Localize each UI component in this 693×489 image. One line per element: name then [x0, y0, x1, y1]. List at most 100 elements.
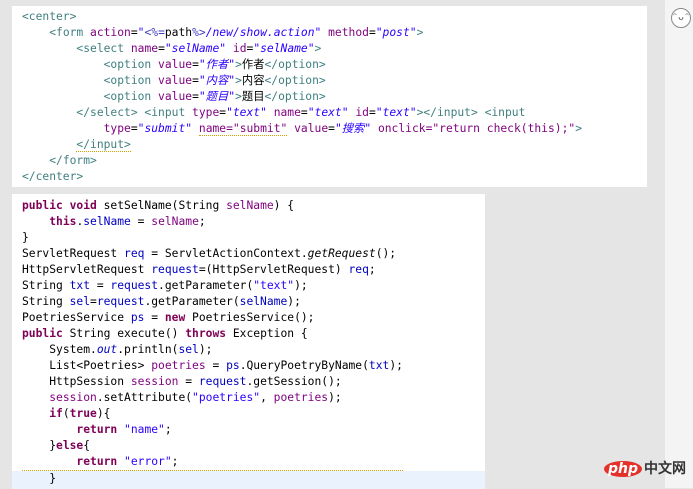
code-token: path	[164, 26, 193, 39]
code-line: }else{	[22, 438, 403, 454]
code-token: if	[49, 407, 63, 420]
code-token: =	[192, 74, 199, 87]
code-token: id	[348, 106, 369, 119]
code-token: </input>	[76, 138, 131, 152]
code-token: Exception {	[226, 327, 308, 340]
code-token: >	[235, 58, 242, 71]
code-token: =	[368, 26, 376, 39]
code-token: value	[158, 58, 193, 71]
code-line: session.setAttribute("poetries", poetrie…	[22, 390, 403, 406]
code-token: >	[416, 26, 424, 39]
code-token: >	[575, 122, 583, 135]
code-token: 题目	[241, 90, 265, 103]
code-token: selName	[83, 215, 131, 228]
code-token: public void	[22, 199, 104, 212]
code-token: </center>	[22, 170, 84, 183]
code-token: .getSession();	[246, 375, 342, 388]
code-token: <%=	[144, 26, 165, 39]
code-token: =	[130, 122, 138, 135]
code-line: List<Poetries> poetries = ps.QueryPoetry…	[22, 358, 403, 374]
code-line: ServletRequest req = ServletActionContex…	[22, 246, 403, 262]
html-code-screenshot: <center> <form action="<%=path%>/new/sho…	[12, 6, 647, 187]
code-token: 作者	[241, 58, 265, 71]
code-token: ></input> <input	[416, 106, 526, 119]
code-token: </option>	[264, 74, 326, 87]
code-token: value	[158, 74, 193, 87]
code-token: name="submit"	[198, 122, 288, 136]
code-token: "selName"	[164, 42, 227, 55]
code-token: }	[49, 472, 57, 485]
code-token: =	[90, 279, 111, 292]
code-token: =	[328, 122, 335, 135]
code-token: "内容"	[198, 74, 236, 87]
code-token: .getParameter(	[158, 279, 254, 292]
code-token: .setAttribute(	[96, 391, 193, 404]
code-token: sel	[69, 295, 91, 308]
code-token: <select	[76, 42, 131, 55]
code-token: );	[328, 391, 342, 404]
java-code-block: public void setSelName(String selName) {…	[12, 198, 485, 489]
code-token: }	[49, 439, 57, 452]
code-token: selName	[151, 215, 199, 228]
grinning-face-icon[interactable]: ᵔᴗᵔ	[671, 8, 691, 28]
code-token: "submit"	[137, 122, 193, 135]
code-token: "post"	[375, 26, 417, 39]
code-token: value	[158, 90, 193, 103]
code-line: <form action="<%=path%>/new/show.action"…	[22, 25, 582, 41]
code-token: =	[192, 90, 199, 103]
code-token: type	[103, 122, 131, 135]
code-token: =	[90, 295, 97, 308]
code-token: ,	[260, 391, 274, 404]
code-token: session	[130, 375, 179, 388]
code-token: request	[110, 279, 159, 292]
code-token: System.	[49, 343, 97, 356]
code-token: String	[22, 279, 70, 292]
code-token: );	[198, 343, 213, 356]
code-token: =	[368, 106, 376, 119]
code-line: String txt = request.getParameter("text"…	[22, 278, 403, 294]
code-token: "selName"	[253, 42, 315, 55]
code-token: "poetries"	[192, 391, 261, 404]
code-token: "搜索"	[334, 122, 372, 135]
java-code-screenshot: public void setSelName(String selName) {…	[12, 194, 485, 489]
code-token: selName	[239, 295, 288, 308]
code-token: .getParameter(	[144, 295, 240, 308]
watermark-php: php	[604, 461, 643, 477]
code-line: }	[12, 471, 485, 489]
code-token: >	[235, 74, 242, 87]
code-line: type="submit" name="submit" value="搜索" o…	[22, 121, 582, 137]
code-token: <option	[103, 74, 159, 87]
code-token: =	[178, 375, 199, 388]
code-token: type	[192, 106, 220, 119]
code-token: </option>	[264, 90, 326, 103]
code-token: id	[226, 42, 247, 55]
code-token: name	[266, 106, 301, 119]
code-line: public String execute() throws Exception…	[22, 326, 403, 342]
code-token: session	[49, 391, 97, 404]
current-line-highlight	[12, 471, 485, 489]
code-token: req	[124, 247, 145, 260]
code-token: ();	[375, 247, 397, 260]
code-token: getRequest	[307, 247, 376, 260]
code-token: </form>	[49, 154, 97, 167]
code-token: PoetriesService();	[185, 311, 315, 324]
code-token: ) {	[273, 199, 295, 212]
code-token: ServletRequest	[22, 247, 125, 260]
code-token: String	[22, 295, 70, 308]
code-line: if(true){	[22, 406, 403, 422]
code-token: this	[49, 215, 77, 228]
code-token: PoetriesService	[22, 311, 131, 324]
code-token: %>	[192, 26, 206, 39]
code-token: <center>	[22, 10, 77, 23]
code-line: <select name="selName" id="selName">	[22, 41, 582, 57]
code-token: sel	[178, 343, 199, 356]
code-token: .println(	[117, 343, 179, 356]
code-line: </form>	[22, 153, 582, 169]
code-token: "name"	[124, 423, 165, 436]
code-line: HttpServletRequest request=(HttpServletR…	[22, 262, 403, 278]
